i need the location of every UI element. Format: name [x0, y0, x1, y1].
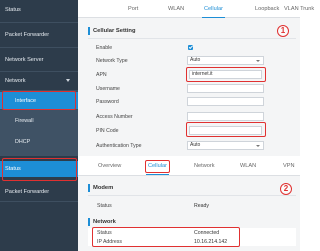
sidebar-item-network-server[interactable]: Network Server [0, 48, 78, 72]
enable-checkbox[interactable] [188, 45, 193, 50]
highlight-apn [186, 67, 266, 82]
section-title-modem: Modem [93, 185, 114, 191]
network-type-value: Auto [190, 57, 201, 63]
modem-status-value: Ready [194, 203, 209, 209]
tab-loopback[interactable]: Loopback [255, 0, 279, 18]
tab-cellular[interactable]: Cellular [202, 0, 225, 18]
enable-label: Enable [96, 45, 113, 51]
sidebar-divider [0, 22, 78, 23]
section-accent-bar [88, 184, 90, 192]
step-badge-1: 1 [277, 25, 289, 37]
access-number-input[interactable] [187, 112, 264, 121]
section-title-network: Network [93, 219, 116, 225]
network-type-select[interactable]: Auto [187, 56, 264, 65]
highlight-network-info [92, 227, 240, 247]
section-divider [88, 195, 296, 196]
sidebar-item-network[interactable]: Network [0, 72, 78, 90]
tab-bar-panel-1: Port WLAN Cellular Loopback VLAN Trunk [78, 0, 314, 18]
tab-wlan[interactable]: WLAN [240, 157, 256, 175]
pin-code-label: PIN Code [96, 128, 119, 134]
username-input[interactable] [187, 84, 264, 93]
tab-port[interactable]: Port [128, 0, 138, 18]
tab-overview[interactable]: Overview [98, 157, 121, 175]
section-divider [88, 38, 296, 39]
sidebar-divider [0, 201, 78, 202]
chevron-down-icon [256, 145, 260, 147]
authentication-type-label: Authentication Type [96, 143, 142, 149]
tab-vpn[interactable]: VPN [283, 157, 295, 175]
sidebar-item-firewall[interactable]: Firewall [0, 113, 78, 128]
chevron-down-icon [256, 60, 260, 62]
chevron-down-icon [66, 79, 70, 82]
sidebar-item-packet-forwarder[interactable]: Packet Forwarder [0, 24, 78, 46]
modem-status-label: Status [97, 203, 112, 209]
authentication-type-select[interactable]: Auto [187, 141, 264, 150]
sidebar-item-network-label: Network [5, 78, 26, 84]
authentication-type-value: Auto [190, 142, 201, 148]
sidebar-item-status[interactable]: Status [0, 0, 78, 20]
section-accent-bar [88, 218, 90, 226]
tab-bar-panel-2: Overview Cellular Network WLAN VPN [78, 156, 300, 176]
sidebar-item-packet-forwarder[interactable]: Packet Forwarder [0, 185, 78, 199]
username-label: Username [96, 86, 120, 92]
tab-network[interactable]: Network [194, 157, 215, 175]
network-type-label: Network Type [96, 58, 128, 64]
highlight-interface [2, 91, 76, 110]
section-title-cellular-setting: Cellular Setting [93, 28, 136, 34]
section-accent-bar [88, 27, 90, 35]
highlight-pin-code [186, 122, 266, 137]
access-number-label: Access Number [96, 114, 133, 120]
tab-wlan[interactable]: WLAN [168, 0, 184, 18]
highlight-status [2, 158, 77, 181]
highlight-cellular-tab [145, 160, 170, 173]
step-badge-2: 2 [280, 183, 292, 195]
password-label: Password [96, 99, 119, 105]
tab-vlan-trunk[interactable]: VLAN Trunk [284, 0, 314, 18]
sidebar-item-dhcp[interactable]: DHCP [0, 134, 78, 149]
password-input[interactable] [187, 97, 264, 106]
sidebar-panel-1: Status Packet Forwarder Network Server N… [0, 0, 78, 156]
apn-label: APN [96, 72, 107, 78]
